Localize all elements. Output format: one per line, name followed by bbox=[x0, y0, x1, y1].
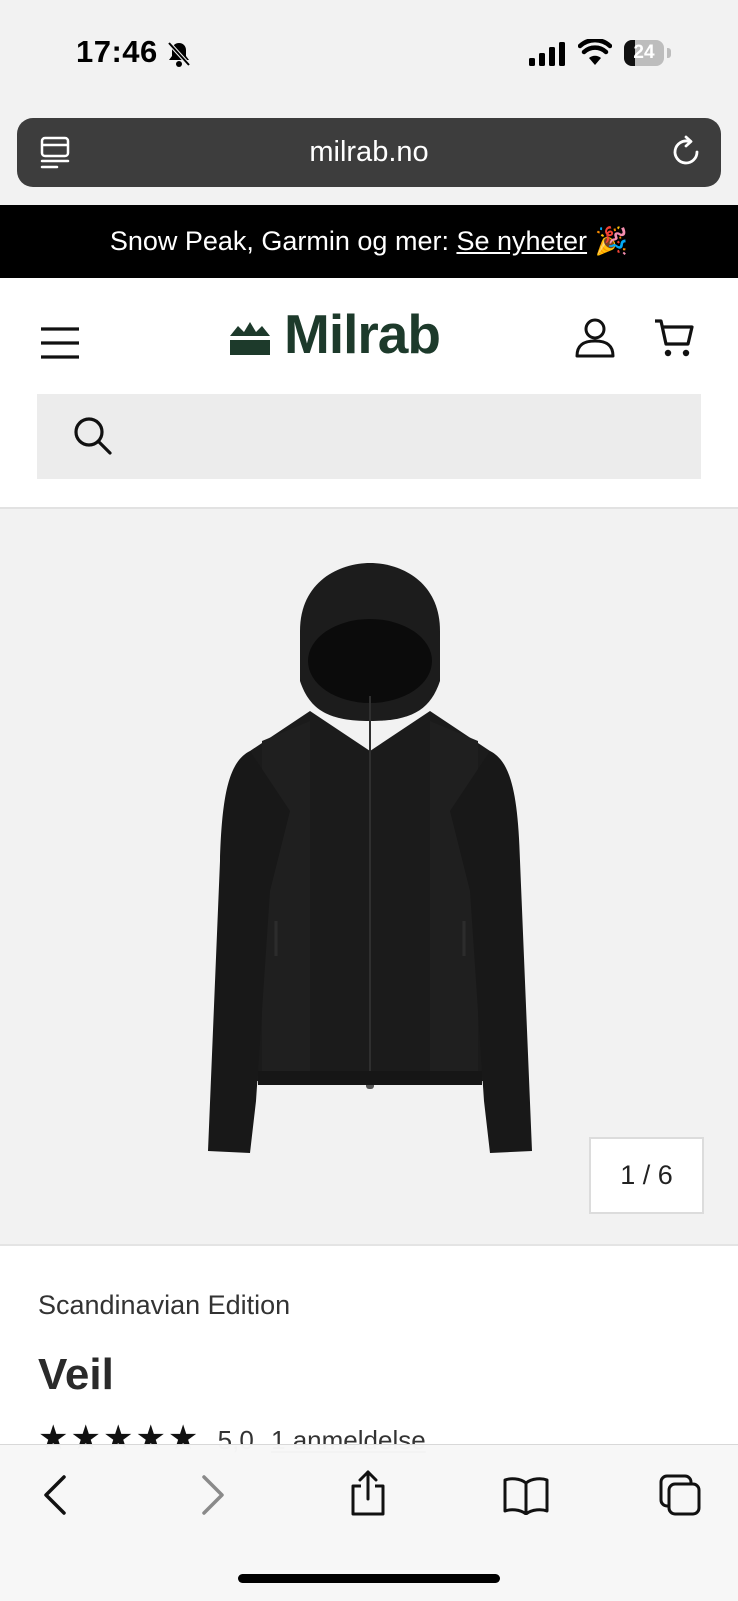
cart-icon[interactable] bbox=[654, 318, 694, 358]
back-icon[interactable] bbox=[40, 1473, 70, 1517]
product-info: Scandinavian Edition Veil ★★★★★ 5,0 1 an… bbox=[0, 1246, 738, 1457]
party-emoji: 🎉 bbox=[594, 226, 629, 256]
product-brand[interactable]: Scandinavian Edition bbox=[38, 1290, 290, 1321]
url-text[interactable]: milrab.no bbox=[0, 118, 738, 187]
search-input[interactable] bbox=[127, 394, 691, 481]
wifi-icon bbox=[578, 39, 612, 65]
status-time: 17:46 bbox=[76, 34, 158, 69]
account-icon[interactable] bbox=[574, 318, 616, 358]
announcement-text: Snow Peak, Garmin og mer: bbox=[109, 226, 457, 256]
menu-icon[interactable] bbox=[40, 326, 80, 360]
forward-icon[interactable] bbox=[198, 1473, 228, 1517]
product-image-jacket[interactable] bbox=[200, 561, 540, 1171]
search-icon[interactable] bbox=[73, 416, 113, 456]
bookmarks-icon[interactable] bbox=[502, 1475, 550, 1515]
announcement-link[interactable]: Se nyheter bbox=[456, 226, 587, 256]
battery-icon: 24 bbox=[624, 40, 664, 66]
bell-slash-icon bbox=[167, 41, 191, 67]
logo-icon[interactable] bbox=[230, 318, 270, 358]
product-title: Veil bbox=[38, 1350, 114, 1399]
share-icon[interactable] bbox=[348, 1469, 388, 1517]
product-gallery[interactable]: 1 / 6 bbox=[0, 509, 738, 1246]
announcement-bar: Snow Peak, Garmin og mer: Se nyheter 🎉 bbox=[0, 205, 738, 278]
battery-level: 24 bbox=[633, 42, 655, 63]
image-counter: 1 / 6 bbox=[589, 1137, 704, 1214]
site-header: Milrab bbox=[0, 278, 738, 509]
home-indicator bbox=[238, 1574, 500, 1583]
tabs-overview-icon[interactable] bbox=[658, 1473, 702, 1517]
signal-icon bbox=[529, 42, 565, 66]
search-bar[interactable] bbox=[37, 394, 701, 481]
site-logo[interactable]: Milrab bbox=[284, 302, 441, 366]
